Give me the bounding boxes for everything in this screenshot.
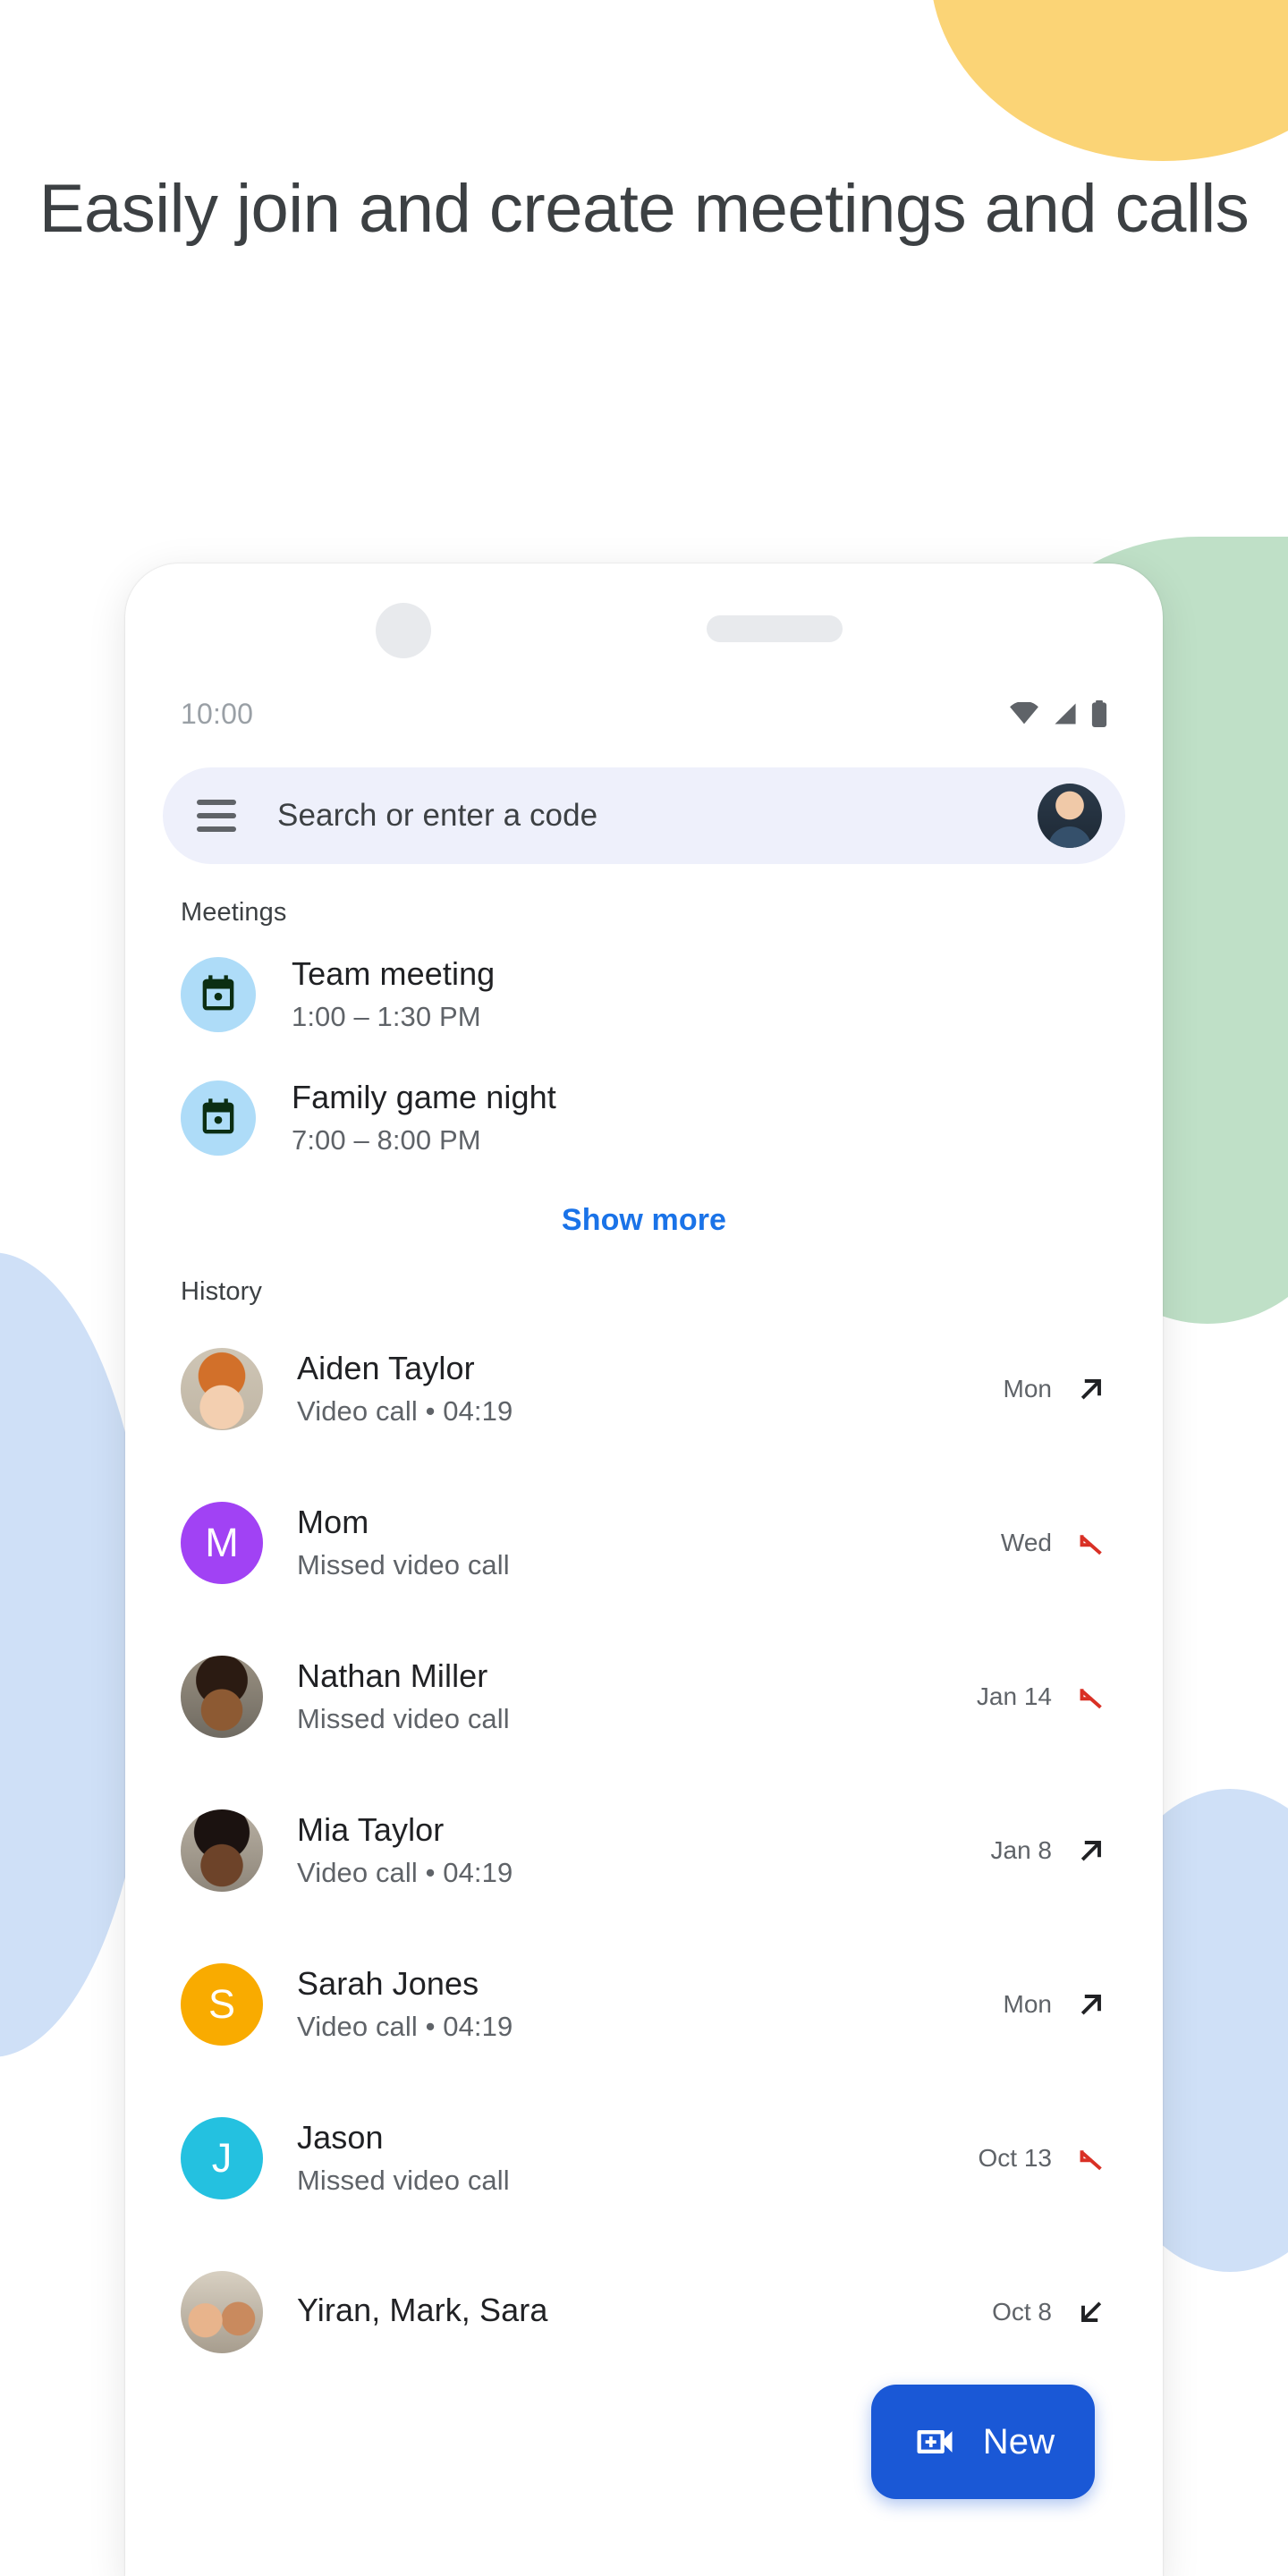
history-row[interactable]: Yiran, Mark, Sara Oct 8 <box>125 2235 1163 2389</box>
status-bar-time: 10:00 <box>181 697 254 730</box>
meeting-title: Team meeting <box>292 955 496 993</box>
call-timestamp: Mon <box>1003 1990 1052 2018</box>
history-section-label: History <box>181 1277 262 1306</box>
call-detail: Missed video call <box>297 1703 510 1735</box>
missed-call-icon <box>1080 1689 1102 1709</box>
incoming-call-icon <box>1080 2301 1102 2322</box>
call-detail: Video call • 04:19 <box>297 1395 513 1428</box>
phone-mockup: 10:00 Search or enter a code Meetings Te… <box>125 564 1163 2576</box>
contact-name: Mia Taylor <box>297 1811 445 1849</box>
history-meta: Jan 14 <box>977 1681 1107 1713</box>
outgoing-call-icon <box>1080 1841 1102 1861</box>
missed-call-icon <box>1080 2150 1102 2171</box>
history-text: Yiran, Mark, Sara <box>297 2290 992 2335</box>
history-row[interactable]: Nathan Miller Missed video call Jan 14 <box>125 1620 1163 1774</box>
call-detail: Video call • 04:19 <box>297 2011 513 2043</box>
contact-avatar[interactable] <box>181 2271 263 2353</box>
front-camera-icon <box>376 603 431 658</box>
outgoing-call-icon <box>1080 1995 1102 2015</box>
earpiece-speaker <box>707 615 843 642</box>
contact-avatar[interactable] <box>181 1656 263 1738</box>
missed-call-icon <box>1080 1535 1102 1555</box>
show-more-button[interactable]: Show more <box>125 1180 1163 1243</box>
history-text: Jason Missed video call <box>297 2117 979 2199</box>
video-call-add-icon <box>917 2430 953 2453</box>
history-text: Mia Taylor Video call • 04:19 <box>297 1809 991 1891</box>
page-title: Easily join and create meetings and call… <box>38 171 1250 247</box>
meeting-row[interactable]: Family game night 7:00 – 8:00 PM <box>125 1056 1163 1180</box>
battery-icon <box>1091 700 1107 727</box>
meetings-section-label: Meetings <box>181 898 287 927</box>
phone-bezel <box>125 564 1163 680</box>
contact-avatar[interactable]: J <box>181 2117 263 2199</box>
contact-name: Sarah Jones <box>297 1965 479 2003</box>
meeting-row[interactable]: Team meeting 1:00 – 1:30 PM <box>125 933 1163 1056</box>
history-text: Aiden Taylor Video call • 04:19 <box>297 1348 1004 1429</box>
search-bar[interactable]: Search or enter a code <box>163 767 1125 864</box>
call-timestamp: Jan 14 <box>976 1682 1052 1710</box>
call-timestamp: Mon <box>1003 1375 1052 1402</box>
history-text: Mom Missed video call <box>297 1502 1001 1583</box>
meeting-title: Family game night <box>292 1079 556 1116</box>
meeting-time: 7:00 – 8:00 PM <box>292 1124 481 1157</box>
cellular-signal-icon <box>1055 703 1076 724</box>
call-timestamp: Wed <box>1000 1529 1052 1556</box>
outgoing-call-icon <box>1080 1379 1102 1400</box>
contact-avatar[interactable]: M <box>181 1502 263 1584</box>
search-input[interactable]: Search or enter a code <box>277 798 1038 834</box>
call-detail: Video call • 04:19 <box>297 1857 513 1889</box>
meeting-text: Family game night 7:00 – 8:00 PM <box>292 1077 556 1158</box>
meeting-text: Team meeting 1:00 – 1:30 PM <box>292 953 495 1035</box>
meeting-time: 1:00 – 1:30 PM <box>292 1001 481 1033</box>
history-row[interactable]: Aiden Taylor Video call • 04:19 Mon <box>125 1312 1163 1466</box>
history-meta: Mon <box>1004 1988 1107 2021</box>
meetings-list: Team meeting 1:00 – 1:30 PM Family game … <box>125 933 1163 1180</box>
history-meta: Mon <box>1004 1373 1107 1405</box>
contact-name: Mom <box>297 1504 369 1541</box>
contact-name: Aiden Taylor <box>297 1350 475 1387</box>
hamburger-menu-icon[interactable] <box>197 800 236 832</box>
account-avatar[interactable] <box>1038 784 1102 848</box>
status-bar: 10:00 <box>125 680 1163 748</box>
history-row[interactable]: M Mom Missed video call Wed <box>125 1466 1163 1620</box>
history-meta: Wed <box>1001 1527 1107 1559</box>
promo-screenshot: Easily join and create meetings and call… <box>0 0 1288 2576</box>
history-meta: Oct 13 <box>979 2142 1107 2174</box>
status-bar-icons <box>1009 700 1107 727</box>
history-meta: Jan 8 <box>991 1835 1108 1867</box>
history-row[interactable]: Mia Taylor Video call • 04:19 Jan 8 <box>125 1774 1163 1928</box>
history-row[interactable]: S Sarah Jones Video call • 04:19 Mon <box>125 1928 1163 2081</box>
call-timestamp: Jan 8 <box>990 1836 1053 1864</box>
new-call-button[interactable]: New <box>871 2385 1095 2499</box>
history-list: Aiden Taylor Video call • 04:19 Mon M Mom Mis… <box>125 1312 1163 2389</box>
history-meta: Oct 8 <box>992 2296 1107 2328</box>
decorative-yellow-blob <box>930 0 1288 161</box>
call-timestamp: Oct 13 <box>978 2144 1052 2172</box>
calendar-icon <box>181 957 256 1032</box>
call-detail: Missed video call <box>297 1549 510 1581</box>
new-call-label: New <box>982 2421 1055 2462</box>
history-text: Nathan Miller Missed video call <box>297 1656 977 1737</box>
contact-avatar[interactable]: S <box>181 1963 263 2046</box>
call-timestamp: Oct 8 <box>992 2298 1052 2326</box>
contact-avatar[interactable] <box>181 1348 263 1430</box>
history-text: Sarah Jones Video call • 04:19 <box>297 1963 1004 2045</box>
contact-name: Nathan Miller <box>297 1657 488 1695</box>
contact-avatar[interactable] <box>181 1809 263 1892</box>
calendar-icon <box>181 1080 256 1156</box>
search-bar-container: Search or enter a code <box>125 748 1163 864</box>
call-detail: Missed video call <box>297 2165 510 2197</box>
history-row[interactable]: J Jason Missed video call Oct 13 <box>125 2081 1163 2235</box>
wifi-icon <box>1010 702 1038 724</box>
contact-name: Jason <box>297 2119 384 2157</box>
contact-name: Yiran, Mark, Sara <box>297 2291 548 2328</box>
